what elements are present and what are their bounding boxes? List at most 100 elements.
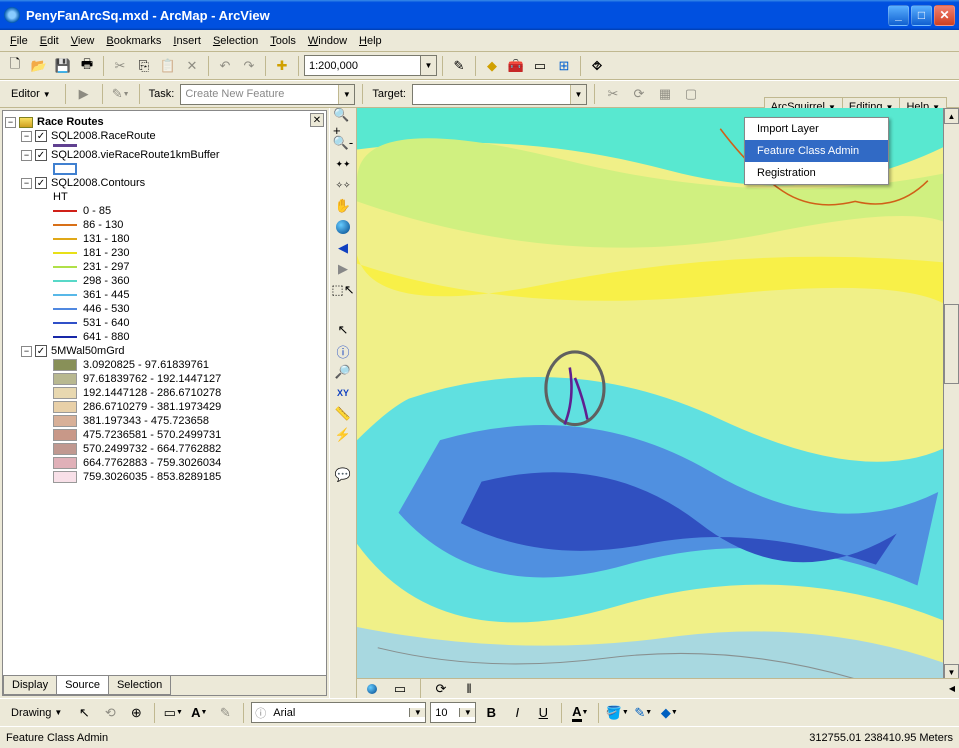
map-canvas[interactable] [357,108,959,698]
model-builder-icon[interactable]: ⊞ [553,55,575,77]
paste-icon[interactable]: 📋 [157,55,179,77]
tree-toggle[interactable]: − [21,150,32,161]
full-extent-icon[interactable] [332,217,354,237]
forward-extent-icon[interactable]: ▶ [332,259,354,279]
command-line-icon[interactable]: ▭ [529,55,551,77]
scale-input[interactable] [305,56,420,75]
goto-xy-icon[interactable]: XY [332,383,354,403]
menu-edit[interactable]: Edit [34,33,65,49]
text-icon[interactable]: A▼ [188,702,210,724]
map-vertical-scrollbar[interactable]: ▲ ▼ [943,108,959,680]
menu-selection[interactable]: Selection [207,33,264,49]
task-combo[interactable]: Create New Feature ▼ [180,84,355,105]
identify-icon[interactable]: ⓘ [332,341,354,361]
font-color-icon[interactable]: A▼ [569,702,591,724]
bold-icon[interactable]: B [480,702,502,724]
menu-window[interactable]: Window [302,33,353,49]
scale-combo[interactable]: ▼ [304,55,437,76]
open-icon[interactable]: 📂 [28,55,50,77]
pan-icon[interactable]: ✋ [332,196,354,216]
arctoolbox-icon[interactable]: 🧰 [505,55,527,77]
menu-insert[interactable]: Insert [167,33,207,49]
tree-toggle[interactable]: − [21,346,32,357]
toc-close-button[interactable]: ✕ [310,113,324,127]
zoom-icon[interactable]: ⊕ [125,702,147,724]
layout-view-icon[interactable]: ▭ [389,679,411,699]
sketch-props-icon[interactable]: ▢ [680,83,702,105]
tree-toggle[interactable]: − [21,178,32,189]
tree-root-label[interactable]: Race Routes [37,116,104,128]
edit-vertices-icon[interactable]: ✎ [214,702,236,724]
new-icon[interactable]: 🗋 [4,55,26,77]
scrollbar-thumb[interactable] [944,304,959,384]
line-color-icon[interactable]: ✎▼ [632,702,654,724]
menu-bookmarks[interactable]: Bookmarks [100,33,167,49]
close-button[interactable]: ✕ [934,5,955,26]
menu-help[interactable]: Help [353,33,388,49]
hyperlink-icon[interactable]: ⚡ [332,425,354,445]
scale-dropdown-icon[interactable]: ▼ [420,56,436,75]
map-view[interactable]: ▲ ▼ ▭ ⟳ ‖ ◀ [357,108,959,698]
menu-file[interactable]: File [4,33,34,49]
font-input[interactable] [269,703,409,722]
rotate-tool-icon[interactable]: ⟳ [628,83,650,105]
scrollbar-up-icon[interactable]: ▲ [944,108,959,124]
layer-label[interactable]: SQL2008.vieRaceRoute1kmBuffer [51,149,220,161]
whats-this-icon[interactable]: ⯑ [586,55,608,77]
undo-icon[interactable]: ↶ [214,55,236,77]
data-view-icon[interactable] [361,679,383,699]
menu-view[interactable]: View [65,33,101,49]
rectangle-icon[interactable]: ▭▼ [162,702,184,724]
tree-toggle[interactable]: − [21,131,32,142]
split-tool-icon[interactable]: ✂ [602,83,624,105]
refresh-icon[interactable]: ⟳ [430,679,452,699]
editor-menu[interactable]: Editor ▼ [4,85,58,103]
layer-label[interactable]: SQL2008.Contours [51,177,145,189]
tree-toggle[interactable]: − [5,117,16,128]
edit-tool-icon[interactable]: ▶ [73,83,95,105]
measure-icon[interactable]: 📏 [332,404,354,424]
toc-tab-source[interactable]: Source [56,676,109,695]
minimize-button[interactable]: _ [888,5,909,26]
drawing-menu[interactable]: Drawing▼ [4,704,69,722]
attributes-icon[interactable]: ▦ [654,83,676,105]
fill-color-icon[interactable]: 🪣▼ [606,702,628,724]
zoom-in-icon[interactable]: 🔍+ [332,112,354,132]
print-icon[interactable]: 🖶 [76,55,98,77]
sketch-tool-icon[interactable]: ✎▼ [110,83,132,105]
toc-tab-display[interactable]: Display [3,676,57,695]
layer-checkbox[interactable]: ✓ [35,345,47,357]
layer-checkbox[interactable]: ✓ [35,177,47,189]
select-element-icon[interactable]: ↖ [73,702,95,724]
marker-color-icon[interactable]: ◆▼ [658,702,680,724]
italic-icon[interactable]: I [506,702,528,724]
layer-checkbox[interactable]: ✓ [35,130,47,142]
find-icon[interactable]: 🔎 [332,362,354,382]
save-icon[interactable]: 💾 [52,55,74,77]
map-tips-icon[interactable]: 💬 [332,465,354,485]
size-input[interactable] [431,703,459,722]
copy-icon[interactable]: ⎘ [133,55,155,77]
select-features-icon[interactable]: ⬚↖ [332,280,354,300]
select-elements-icon[interactable]: ↖ [332,320,354,340]
pause-icon[interactable]: ‖ [458,679,480,699]
delete-icon[interactable]: ✕ [181,55,203,77]
underline-icon[interactable]: U [532,702,554,724]
fixed-zoom-in-icon[interactable]: ✦✦ [332,154,354,174]
menu-tools[interactable]: Tools [264,33,302,49]
add-data-icon[interactable]: ✚ [271,55,293,77]
scrollbar-left-icon[interactable]: ◀ [949,684,955,693]
dropdown-feature-class-admin[interactable]: Feature Class Admin [745,140,888,162]
back-extent-icon[interactable]: ◀ [332,238,354,258]
cut-icon[interactable]: ✂ [109,55,131,77]
layer-label[interactable]: 5MWal50mGrd [51,345,125,357]
arccatalog-icon[interactable]: ◆ [481,55,503,77]
redo-icon[interactable]: ↷ [238,55,260,77]
layer-label[interactable]: SQL2008.RaceRoute [51,130,156,142]
dropdown-import-layer[interactable]: Import Layer [745,118,888,140]
toc-tab-selection[interactable]: Selection [108,676,171,695]
dropdown-registration[interactable]: Registration [745,162,888,184]
maximize-button[interactable]: □ [911,5,932,26]
toc-tree[interactable]: −Race Routes−✓SQL2008.RaceRoute−✓SQL2008… [3,111,326,675]
fixed-zoom-out-icon[interactable]: ✧✧ [332,175,354,195]
